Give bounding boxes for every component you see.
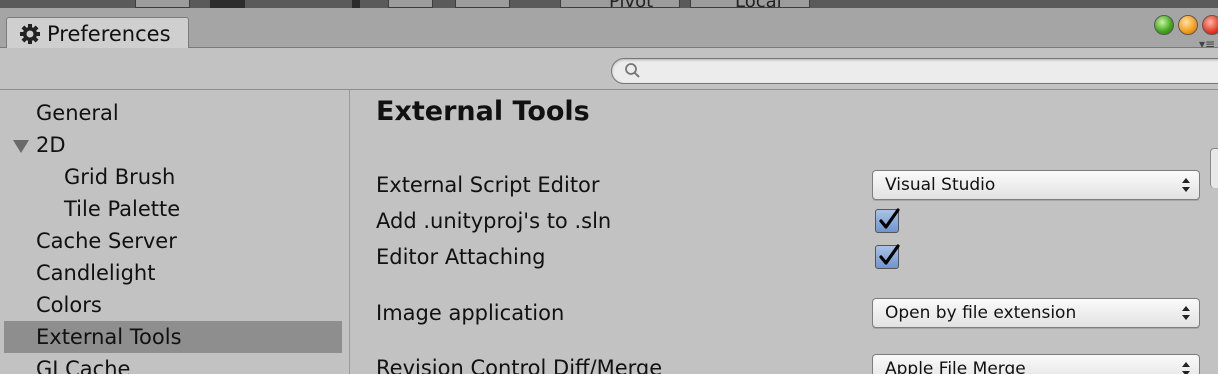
checkmark-icon [876,206,904,234]
external-script-editor-dropdown[interactable]: Visual Studio [872,170,1200,200]
sidebar-item-tile-palette[interactable]: Tile Palette [4,193,342,225]
toolbar-button[interactable] [135,0,190,8]
tab-bar: Preferences ▾≡ [0,8,1218,51]
tab-preferences[interactable]: Preferences [6,17,189,49]
minimize-button[interactable] [1178,15,1198,35]
local-label: Local [735,0,782,8]
sidebar-item-label: General [36,101,119,125]
search-bar [0,48,1218,90]
toolbar-button[interactable] [352,0,360,8]
sidebar-item-label: Grid Brush [64,165,176,189]
checkmark-icon [876,242,904,270]
close-button[interactable] [1202,15,1218,35]
sidebar-item-colors[interactable]: Colors [4,289,342,321]
editor-attaching-label: Editor Attaching [376,245,546,269]
sidebar-item-candlelight[interactable]: Candlelight [4,257,342,289]
revision-control-dropdown[interactable]: Apple File Merge [872,354,1200,374]
toolbar-button[interactable] [388,0,433,8]
dropdown-arrows-icon [1181,175,1191,195]
preferences-sidebar: General 2D Grid Brush Tile Palette Cache… [0,90,350,374]
toolbar-button[interactable] [210,0,245,8]
sidebar-item-label: 2D [36,133,66,157]
external-script-editor-label: External Script Editor [376,173,600,197]
sidebar-item-2d[interactable]: 2D [4,129,342,161]
sidebar-item-label: Cache Server [36,229,177,253]
search-field[interactable] [611,58,1218,84]
preferences-content: External Tools External Script Editor Vi… [351,90,1218,374]
gear-icon [19,23,41,45]
search-icon [624,62,642,80]
foldout-triangle-icon[interactable] [13,140,29,153]
toolbar-strip: Pivot Local [0,0,1218,8]
sidebar-item-label: Colors [36,293,102,317]
pivot-label: Pivot [609,0,653,8]
dropdown-value: Visual Studio [885,175,996,195]
zoom-button[interactable] [1154,15,1174,35]
local-toggle[interactable]: Local [690,0,810,8]
dropdown-arrows-icon [1181,359,1191,374]
tab-label: Preferences [47,21,171,46]
sidebar-item-label: External Tools [36,325,182,349]
dropdown-value: Open by file extension [885,303,1077,323]
sidebar-item-label: Candlelight [36,261,156,285]
editor-attaching-checkbox[interactable] [875,244,900,269]
sidebar-item-grid-brush[interactable]: Grid Brush [4,161,342,193]
add-unityproj-checkbox[interactable] [875,208,900,233]
sidebar-item-gi-cache[interactable]: GI Cache [4,353,342,374]
sidebar-item-label: GI Cache [36,357,131,374]
sidebar-item-label: Tile Palette [64,197,181,221]
pivot-toggle[interactable]: Pivot [560,0,680,8]
sidebar-item-general[interactable]: General [4,97,342,129]
sidebar-item-external-tools[interactable]: External Tools [4,321,342,353]
search-input[interactable] [648,61,1208,81]
dropdown-value: Apple File Merge [885,359,1026,374]
page-title: External Tools [376,96,590,127]
sidebar-item-cache-server[interactable]: Cache Server [4,225,342,257]
image-application-label: Image application [376,301,565,325]
dropdown-arrows-icon [1181,303,1191,323]
toolbar-button[interactable] [455,0,510,8]
image-application-dropdown[interactable]: Open by file extension [872,298,1200,328]
revision-control-label: Revision Control Diff/Merge [376,356,663,374]
add-unityproj-label: Add .unityproj's to .sln [376,209,612,233]
scrollbar[interactable] [1210,148,1218,188]
